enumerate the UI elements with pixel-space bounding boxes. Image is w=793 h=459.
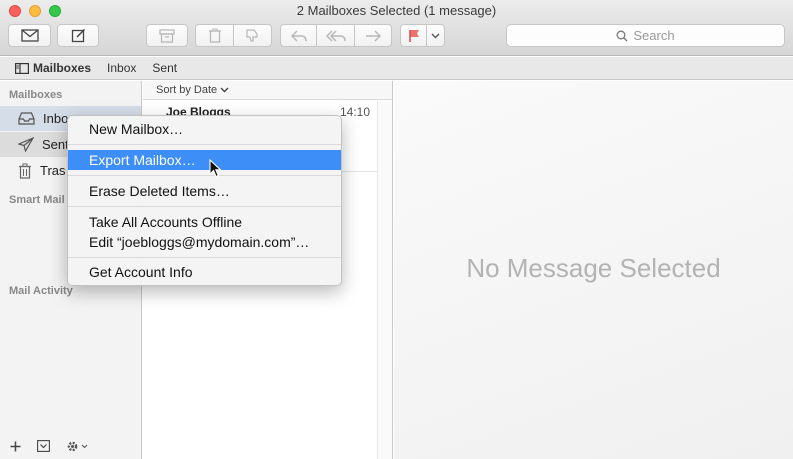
search-field[interactable]: Search xyxy=(506,24,785,47)
reply-all-icon xyxy=(325,29,346,42)
favorites-sent-label: Sent xyxy=(152,61,178,75)
reply-all-button[interactable] xyxy=(317,24,355,47)
sidebar-item-sent-label: Sent xyxy=(42,137,69,152)
add-icon[interactable] xyxy=(10,441,21,452)
menu-item-edit-account[interactable]: Edit “joebloggs@mydomain.com”… xyxy=(68,232,341,252)
message-list-scrollbar[interactable] xyxy=(377,101,392,459)
archive-button[interactable] xyxy=(146,24,188,47)
message-time: 14:10 xyxy=(339,105,370,119)
flag-icon xyxy=(408,29,419,42)
compose-icon xyxy=(71,28,85,43)
inbox-icon xyxy=(18,112,35,125)
trash-icon xyxy=(208,28,221,43)
mouse-pointer-icon xyxy=(209,159,222,178)
sidebar-item-trash-label: Tras xyxy=(40,163,66,178)
thumbs-down-icon xyxy=(246,29,258,42)
menu-separator xyxy=(68,175,341,176)
menu-item-take-accounts-offline[interactable]: Take All Accounts Offline xyxy=(68,212,341,232)
mailbox-context-menu: New Mailbox… Export Mailbox… Erase Delet… xyxy=(67,115,342,286)
sort-by-menu[interactable]: Sort by Date xyxy=(143,81,392,100)
reply-button[interactable] xyxy=(280,24,317,47)
menu-separator xyxy=(68,144,341,145)
no-message-selected-text: No Message Selected xyxy=(466,253,721,283)
chevron-down-icon xyxy=(431,33,440,38)
get-mail-button[interactable] xyxy=(8,24,51,47)
mailboxes-section-header[interactable]: Mailboxes xyxy=(9,89,62,101)
paper-plane-icon xyxy=(18,137,34,152)
mail-activity-header[interactable]: Mail Activity xyxy=(9,285,73,297)
reply-icon xyxy=(290,29,307,42)
flag-button[interactable] xyxy=(400,24,427,47)
delete-button[interactable] xyxy=(195,24,234,47)
sidebar-bottom-bar xyxy=(0,433,141,459)
menu-separator xyxy=(68,257,341,258)
favorites-mailboxes-label: Mailboxes xyxy=(33,61,92,75)
gear-icon xyxy=(67,441,78,451)
favorites-bar: Mailboxes Inbox Sent xyxy=(0,57,793,80)
forward-button[interactable] xyxy=(355,24,392,47)
search-icon xyxy=(616,30,628,41)
junk-button[interactable] xyxy=(234,24,272,47)
favorites-sent-button[interactable]: Sent xyxy=(152,61,177,75)
trash-icon xyxy=(19,163,31,179)
forward-arrow-icon xyxy=(366,29,381,42)
archive-icon xyxy=(159,28,175,43)
envelope-icon xyxy=(20,29,39,42)
smart-mailboxes-section-header[interactable]: Smart Mail xyxy=(9,194,65,206)
sort-by-label: Sort by Date xyxy=(156,84,218,96)
menu-item-erase-deleted-items[interactable]: Erase Deleted Items… xyxy=(68,181,341,201)
window-toolbar: 2 Mailboxes Selected (1 message) Search xyxy=(0,0,793,56)
search-placeholder: Search xyxy=(633,28,675,43)
chevron-down-icon xyxy=(220,87,229,93)
menu-item-export-mailbox[interactable]: Export Mailbox… xyxy=(68,150,341,170)
chevron-down-icon xyxy=(81,444,88,448)
favorites-inbox-label: Inbox xyxy=(107,61,137,75)
sidebar-toggle-icon xyxy=(15,62,29,74)
message-viewer: No Message Selected xyxy=(394,81,793,459)
favorites-inbox-button[interactable]: Inbox xyxy=(107,61,136,75)
window-title: 2 Mailboxes Selected (1 message) xyxy=(296,3,497,18)
action-menu-button[interactable] xyxy=(66,440,88,453)
new-message-button[interactable] xyxy=(57,24,99,47)
flag-menu-button[interactable] xyxy=(427,24,445,47)
mail-activity-toggle-icon[interactable] xyxy=(37,440,50,452)
menu-item-new-mailbox[interactable]: New Mailbox… xyxy=(68,119,341,139)
menu-separator xyxy=(68,206,341,207)
favorites-mailboxes-button[interactable]: Mailboxes xyxy=(15,61,91,75)
sidebar-item-inbox-label: Inbo xyxy=(43,111,69,126)
menu-item-get-account-info[interactable]: Get Account Info xyxy=(68,262,341,282)
